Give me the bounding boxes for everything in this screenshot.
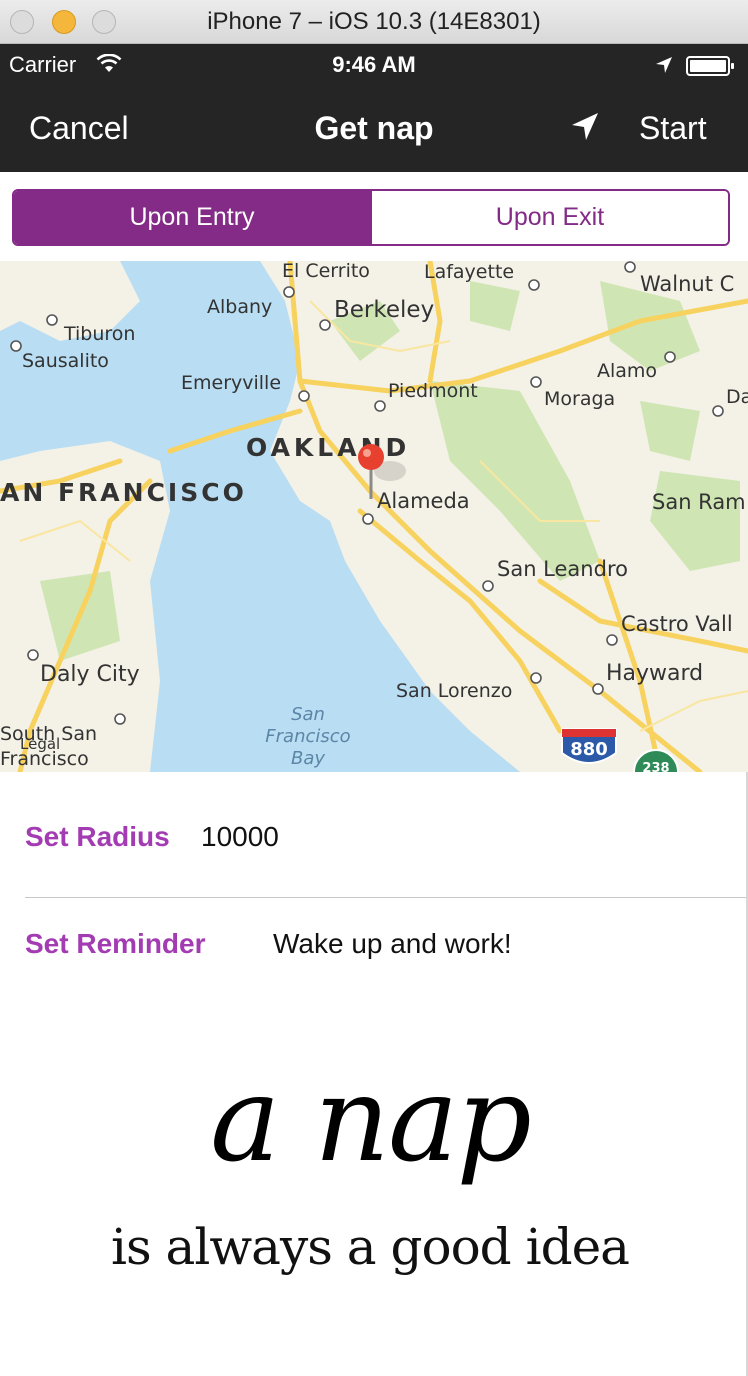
map-canvas[interactable]: El Cerrito Lafayette Walnut C Albany Ber… [0, 261, 748, 772]
segment-upon-exit[interactable]: Upon Exit [370, 191, 728, 244]
map-label-alameda: Alameda [377, 489, 470, 513]
status-time: 9:46 AM [332, 52, 416, 77]
start-button[interactable]: Start [639, 110, 707, 147]
map-label-castro-valley: Castro Vall [621, 612, 733, 636]
trigger-segmented-control: Upon Entry Upon Exit [12, 189, 730, 246]
map-label-el-cerrito: El Cerrito [282, 261, 370, 282]
row-divider [25, 897, 748, 898]
map-label-san-ramon: San Ram [652, 490, 746, 514]
radius-label: Set Radius [25, 821, 170, 852]
navigation-bar: Cancel Get nap Start [0, 84, 748, 172]
svg-text:880: 880 [570, 739, 608, 760]
interstate-880-shield-icon: 880 [561, 728, 617, 764]
map-label-bay-2: Francisco [265, 726, 350, 747]
quote-headline: a nap [210, 1050, 532, 1188]
segment-upon-entry[interactable]: Upon Entry [14, 191, 370, 244]
reminder-label: Set Reminder [25, 928, 206, 959]
simulator-title: iPhone 7 – iOS 10.3 (14E8301) [207, 8, 541, 35]
current-location-icon[interactable] [568, 110, 602, 144]
map-label-daly-city: Daly City [40, 662, 140, 687]
cancel-button[interactable]: Cancel [29, 110, 129, 147]
simulator-title-bar: iPhone 7 – iOS 10.3 (14E8301) [0, 0, 748, 44]
quote-subline: is always a good idea [111, 1218, 630, 1276]
map-label-bay-3: Bay [291, 748, 325, 769]
map-label-danville: Da [726, 386, 748, 408]
svg-text:238: 238 [642, 761, 669, 772]
nap-quote-image: a nap is always a good idea [110, 1050, 630, 1310]
map-label-berkeley: Berkeley [334, 297, 434, 323]
map-label-bay-1: San [291, 704, 325, 725]
map-label-moraga: Moraga [544, 388, 615, 410]
map-label-piedmont: Piedmont [388, 380, 478, 402]
simulator-window: iPhone 7 – iOS 10.3 (14E8301) Carrier 9:… [0, 0, 748, 1376]
map-legal-link[interactable]: Legal [20, 735, 60, 753]
battery-icon [686, 56, 734, 76]
map-label-hayward: Hayward [606, 661, 703, 686]
map-label-san-lorenzo: San Lorenzo [396, 680, 512, 702]
map-label-san-francisco: AN FRANCISCO [0, 478, 247, 507]
location-arrow-icon [656, 57, 672, 73]
map-label-tiburon: Tiburon [63, 323, 135, 345]
status-bar: Carrier 9:46 AM [0, 44, 748, 84]
radius-input[interactable]: 10000 [201, 821, 279, 853]
map-label-lafayette: Lafayette [424, 261, 514, 283]
map-label-oakland: OAKLAND [246, 433, 410, 462]
map-label-san-leandro: San Leandro [497, 557, 628, 581]
map-label-sausalito: Sausalito [22, 350, 109, 372]
map-label-alamo: Alamo [597, 360, 657, 382]
map-view[interactable]: El Cerrito Lafayette Walnut C Albany Ber… [0, 261, 748, 772]
map-label-emeryville: Emeryville [181, 372, 281, 394]
map-label-walnut-creek: Walnut C [640, 272, 734, 296]
radius-row: Set Radius 10000 [0, 800, 748, 898]
map-label-albany: Albany [207, 296, 272, 318]
reminder-input[interactable]: Wake up and work! [273, 928, 512, 960]
